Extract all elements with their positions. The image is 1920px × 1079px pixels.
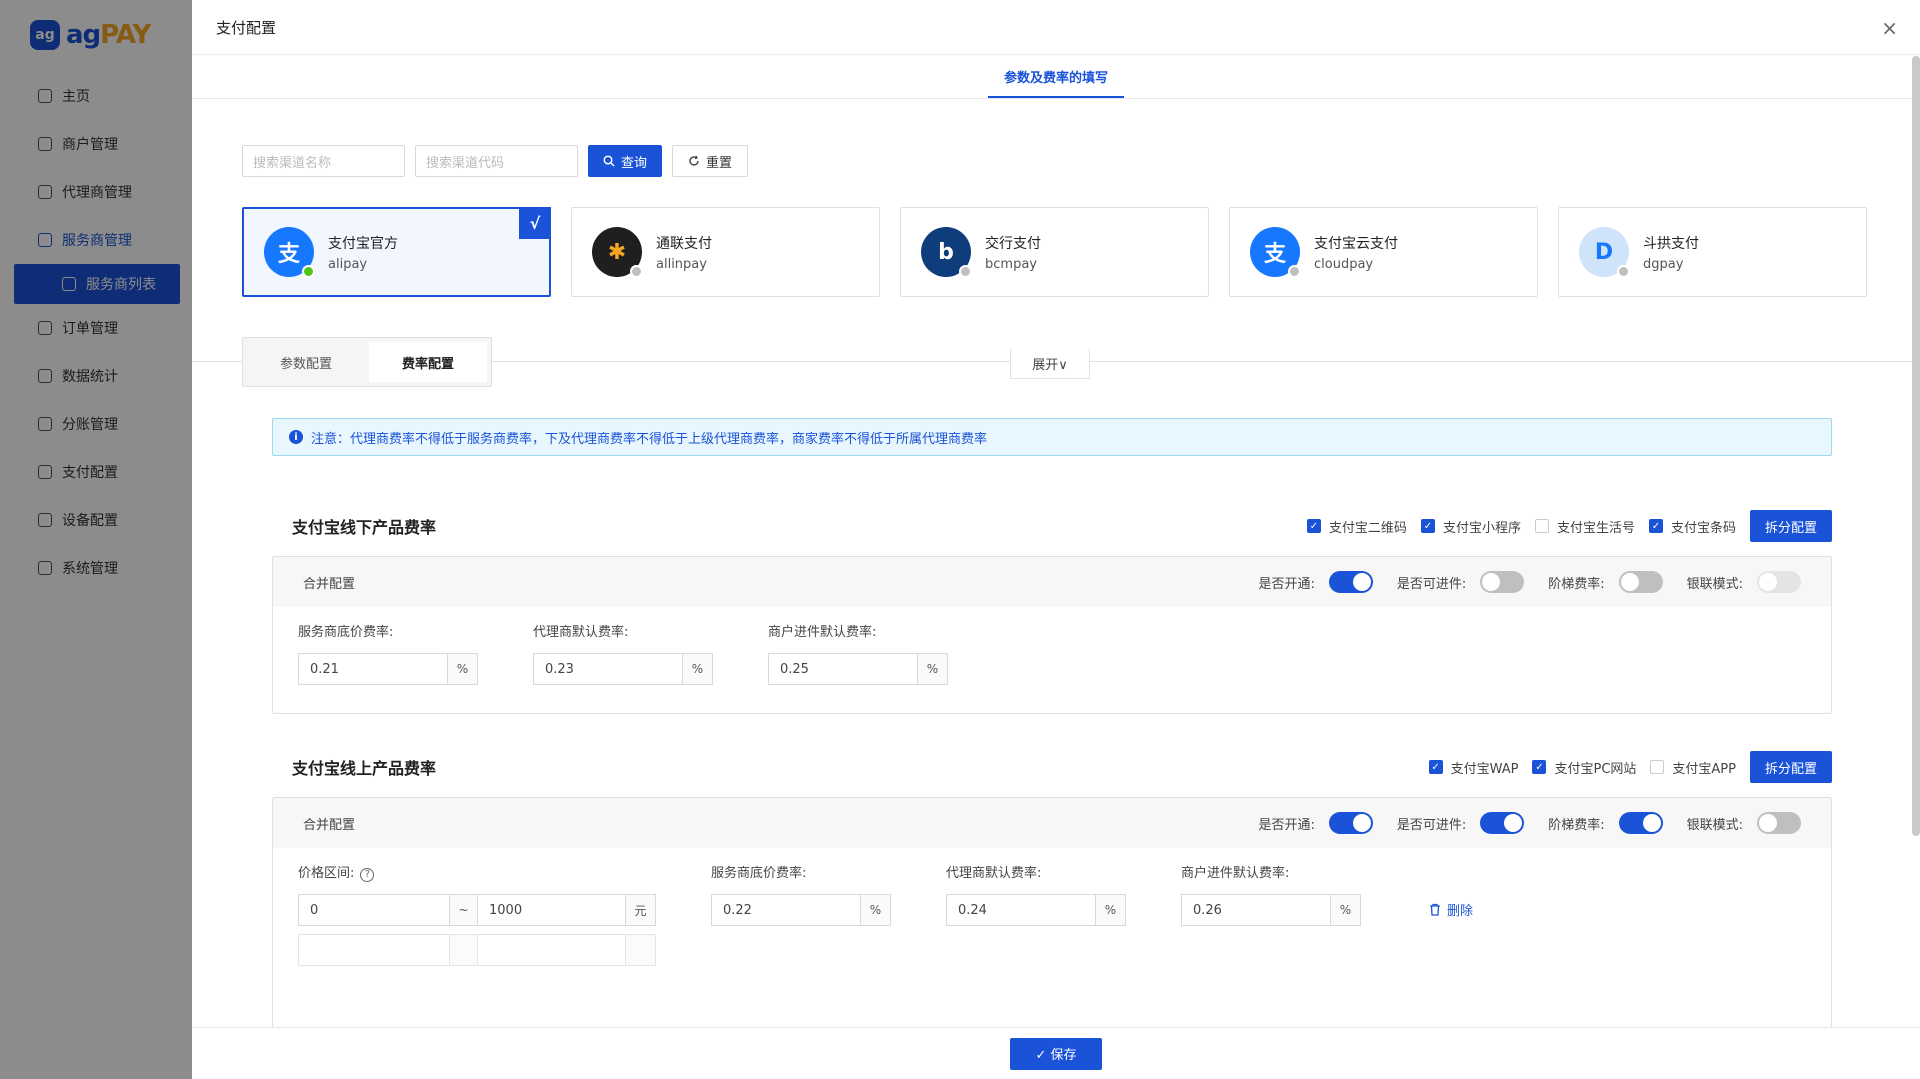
offline-agent-rate-field[interactable]: 0.23% [533, 653, 713, 685]
search-icon [603, 155, 615, 167]
online-section-header: 支付宝线上产品费率 ✓ 支付宝WAP ✓ 支付宝PC网站 支付宝APP 拆分配置 [292, 750, 1832, 784]
modal-overlay[interactable] [0, 0, 192, 1079]
tab-rate-config[interactable]: 费率配置 [369, 342, 487, 382]
status-dot [959, 265, 972, 278]
checkbox-checked-icon: ✓ [1428, 760, 1443, 774]
drawer-footer: ✓ 保存 [192, 1027, 1920, 1079]
online-panel-head: 合并配置 是否开通: 是否可进件: 阶梯费率: 银联模式: [273, 798, 1831, 848]
offline-section-header: 支付宝线下产品费率 ✓ 支付宝二维码 ✓ 支付宝小程序 支付宝生活号 ✓ 支付宝条码 … [292, 509, 1832, 543]
channel-code-search-input[interactable]: 搜索渠道代码 [415, 145, 578, 177]
bcmpay-logo-icon: b [921, 227, 972, 278]
offline-merchant-rate-field[interactable]: 0.25% [768, 653, 948, 685]
offline-onboard-toggle[interactable] [1480, 571, 1525, 593]
close-icon[interactable]: × [1881, 16, 1898, 40]
save-button[interactable]: ✓ 保存 [1010, 1037, 1102, 1070]
offline-panel-head: 合并配置 是否开通: 是否可进件: 阶梯费率: 银联模式: [273, 557, 1831, 607]
tab-param-config[interactable]: 参数配置 [247, 342, 365, 382]
offline-section-title: 支付宝线下产品费率 [292, 518, 437, 537]
search-bar: 搜索渠道名称 搜索渠道代码 查询 重置 [242, 145, 749, 177]
price-range-input[interactable]: 0 ~ 1000 元 [298, 894, 656, 926]
price-range-label: 价格区间:? [298, 862, 375, 882]
checkbox-checked-icon: ✓ [1648, 519, 1663, 533]
online-agent-rate-field[interactable]: 0.24% [946, 894, 1126, 926]
allinpay-logo-icon: ✱ [592, 227, 643, 278]
checkbox-unchecked-icon [1650, 760, 1665, 774]
channel-card-alipay[interactable]: 支 支付宝官方 alipay √ [242, 207, 551, 297]
checkbox-alipay-pc[interactable]: ✓ 支付宝PC网站 [1532, 758, 1636, 777]
checkbox-unchecked-icon [1534, 519, 1549, 533]
expand-button[interactable]: 展开∨ [1010, 349, 1090, 379]
tab-params-rates[interactable]: 参数及费率的填写 [987, 67, 1124, 98]
offline-open-toggle[interactable] [1328, 571, 1373, 593]
status-dot [1617, 265, 1630, 278]
scrollbar[interactable] [1912, 56, 1920, 836]
config-subtabs: 参数配置 费率配置 [242, 337, 492, 387]
help-icon[interactable]: ? [360, 867, 375, 882]
checkbox-alipay-qrcode[interactable]: ✓ 支付宝二维码 [1306, 517, 1407, 536]
channel-card-dgpay[interactable]: D 斗拱支付 dgpay [1558, 207, 1867, 297]
drawer-tabs: 参数及费率的填写 [192, 55, 1920, 99]
online-rate-panel: 合并配置 是否开通: 是否可进件: 阶梯费率: 银联模式: 价格区间:? 0 ~… [272, 797, 1832, 1028]
offline-provider-rate-field[interactable]: 0.21% [298, 653, 478, 685]
alipay-logo-icon: 支 [264, 227, 315, 278]
status-dot [302, 265, 315, 278]
channel-card-bcmpay[interactable]: b 交行支付 bcmpay [900, 207, 1209, 297]
reset-button[interactable]: 重置 [672, 145, 749, 177]
checkbox-checked-icon: ✓ [1532, 760, 1547, 774]
online-unionpay-toggle[interactable] [1757, 812, 1801, 834]
online-onboard-toggle[interactable] [1480, 812, 1525, 834]
channel-list: 支 支付宝官方 alipay √ ✱ 通联支付 allinpay b 交行支付 bcm… [242, 207, 1867, 297]
offline-product-checkboxes: ✓ 支付宝二维码 ✓ 支付宝小程序 支付宝生活号 ✓ 支付宝条码 拆分配置 [1306, 510, 1832, 542]
offline-split-config-button[interactable]: 拆分配置 [1749, 510, 1832, 542]
offline-tiered-toggle[interactable] [1618, 571, 1663, 593]
offline-rate-panel: 合并配置 是否开通: 是否可进件: 阶梯费率: 银联模式: 服务商底价费率: 0… [272, 556, 1832, 714]
drawer-title: 支付配置 [216, 18, 277, 37]
checkbox-checked-icon: ✓ [1306, 519, 1321, 533]
checkbox-alipay-barcode[interactable]: ✓ 支付宝条码 [1648, 517, 1736, 536]
online-merchant-rate-field[interactable]: 0.26% [1181, 894, 1361, 926]
price-range-input-2[interactable] [298, 934, 656, 966]
query-button[interactable]: 查询 [588, 145, 663, 177]
reload-icon [689, 155, 699, 166]
dgpay-logo-icon: D [1579, 227, 1630, 278]
checkbox-checked-icon: ✓ [1420, 519, 1435, 533]
status-dot [1288, 265, 1301, 278]
online-provider-rate-field[interactable]: 0.22% [711, 894, 891, 926]
checkbox-alipay-app[interactable]: 支付宝APP [1650, 758, 1736, 777]
offline-unionpay-toggle [1757, 571, 1801, 593]
online-product-checkboxes: ✓ 支付宝WAP ✓ 支付宝PC网站 支付宝APP 拆分配置 [1428, 751, 1832, 783]
notice-alert: i 注意：代理商费率不得低于服务商费率，下及代理商费率不得低于上级代理商费率，商… [272, 418, 1832, 456]
online-open-toggle[interactable] [1328, 812, 1373, 834]
drawer-header: 支付配置 × [192, 0, 1920, 55]
delete-range-button[interactable]: 删除 [1429, 900, 1473, 919]
info-icon: i [289, 430, 303, 444]
channel-card-allinpay[interactable]: ✱ 通联支付 allinpay [571, 207, 880, 297]
channel-name-search-input[interactable]: 搜索渠道名称 [242, 145, 405, 177]
checkbox-alipay-lifeaccount[interactable]: 支付宝生活号 [1534, 517, 1635, 536]
checkbox-alipay-miniapp[interactable]: ✓ 支付宝小程序 [1420, 517, 1521, 536]
drawer-body: 搜索渠道名称 搜索渠道代码 查询 重置 支 支付宝官方 alipay √ ✱ 通联… [192, 100, 1920, 1028]
status-dot [630, 265, 643, 278]
checkbox-alipay-wap[interactable]: ✓ 支付宝WAP [1428, 758, 1518, 777]
online-section-title: 支付宝线上产品费率 [292, 759, 437, 778]
config-drawer: 支付配置 × 参数及费率的填写 搜索渠道名称 搜索渠道代码 查询 重置 支 支付… [192, 0, 1920, 1079]
channel-card-cloudpay[interactable]: 支 支付宝云支付 cloudpay [1229, 207, 1538, 297]
selected-check-icon: √ [519, 207, 551, 239]
online-split-config-button[interactable]: 拆分配置 [1749, 751, 1832, 783]
trash-icon [1430, 903, 1440, 916]
online-tiered-toggle[interactable] [1618, 812, 1663, 834]
cloudpay-logo-icon: 支 [1250, 227, 1301, 278]
